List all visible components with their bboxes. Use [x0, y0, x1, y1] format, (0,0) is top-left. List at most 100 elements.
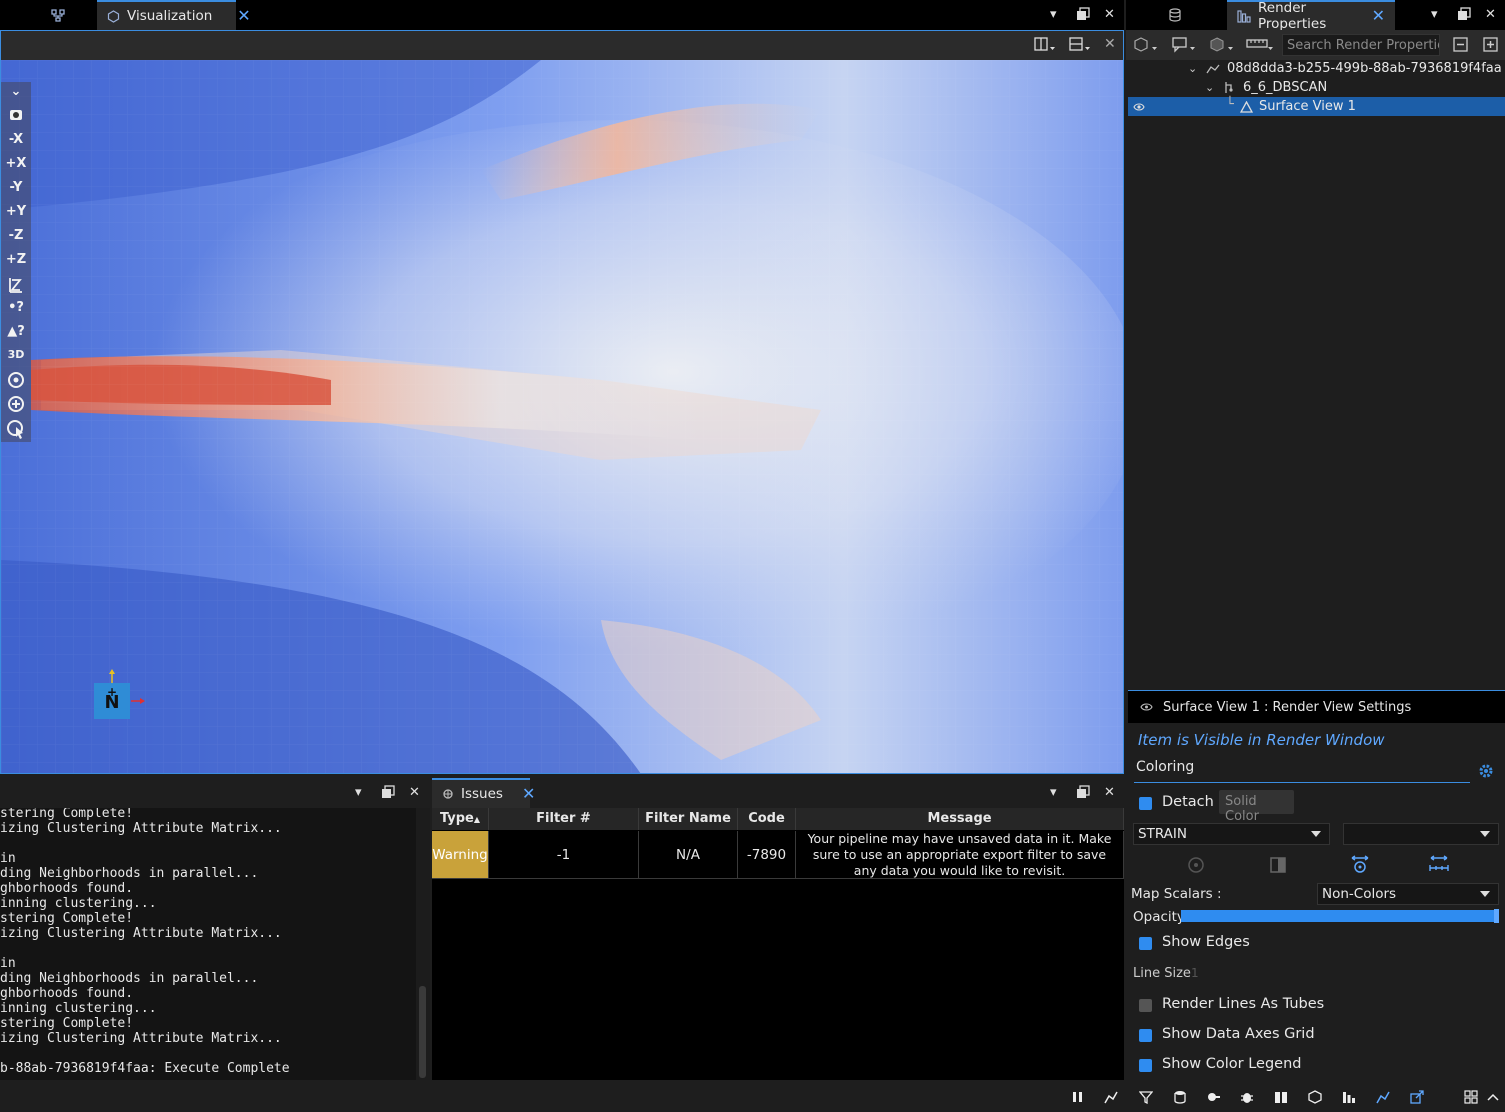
output-console[interactable]: stering Complete! izing Clustering Attrib…: [0, 808, 416, 1080]
console-line: b-88ab-7936819f4faa: Execute Complete: [0, 1061, 290, 1076]
search-input[interactable]: Search Render Propertie...: [1282, 34, 1440, 56]
right-dock-tab-bar: Render Properties ✕ ▾ ✕: [1126, 0, 1505, 32]
issue-type-cell[interactable]: Warning: [432, 831, 489, 879]
column-header-type[interactable]: Type▲: [432, 808, 489, 830]
pipeline-icon[interactable]: [1104, 1090, 1118, 1104]
map-scalars-select[interactable]: Non-Colors: [1317, 883, 1499, 905]
view-plus-x-button[interactable]: +X: [1, 156, 31, 171]
component-select[interactable]: [1343, 823, 1499, 845]
tree-item-surface-view[interactable]: └ Surface View 1: [1128, 97, 1505, 116]
render-tubes-checkbox[interactable]: [1139, 999, 1152, 1012]
view-3d-2d-toggle[interactable]: 3D: [1, 348, 31, 361]
query-cell-icon[interactable]: ▲?: [1, 324, 31, 339]
opacity-label: Opacity: [1133, 909, 1185, 925]
issue-filter-name-cell[interactable]: N/A: [639, 831, 738, 879]
render-properties-icon[interactable]: [1342, 1090, 1356, 1104]
tab-visualization[interactable]: Visualization ✕: [97, 0, 251, 30]
column-header-label: Type: [439, 811, 474, 826]
column-header-filter-name[interactable]: Filter Name: [639, 808, 738, 830]
column-header-filter-num[interactable]: Filter #: [489, 808, 639, 830]
eye-icon[interactable]: [1133, 102, 1145, 112]
split-vertical-icon[interactable]: [1034, 37, 1056, 53]
database-icon[interactable]: [1173, 1090, 1187, 1104]
chevron-down-icon[interactable]: ⌄: [1, 84, 31, 99]
show-edges-checkbox[interactable]: [1139, 937, 1152, 950]
collapse-all-icon[interactable]: [1453, 37, 1469, 53]
ruler-dropdown-icon[interactable]: [1246, 37, 1276, 53]
column-header-message[interactable]: Message: [796, 808, 1124, 830]
export-icon[interactable]: [1410, 1090, 1424, 1104]
view-minus-z-button[interactable]: -Z: [1, 228, 31, 243]
console-scrollbar[interactable]: [416, 808, 430, 1080]
tab-menu-chevron-icon[interactable]: ▾: [1050, 7, 1057, 22]
view-minus-x-button[interactable]: -X: [1, 132, 31, 147]
solid-color-button[interactable]: Solid Color: [1219, 790, 1294, 824]
close-window-icon[interactable]: ✕: [409, 785, 420, 800]
float-window-icon[interactable]: [381, 785, 395, 799]
rotate-icon[interactable]: [1, 370, 31, 390]
render-viewport[interactable]: ⌄ -X +X -Y +Y -Z +Z •? ▲? 3D N +: [0, 60, 1124, 774]
float-window-icon[interactable]: [1076, 7, 1090, 21]
float-window-icon[interactable]: [1076, 785, 1090, 799]
tree-item-pipeline[interactable]: ⌄ 08d8dda3-b255-499b-88ab-7936819f4faa: [1128, 59, 1505, 78]
visualization-icon[interactable]: [1308, 1090, 1322, 1104]
annotation-dropdown-icon[interactable]: [1172, 37, 1198, 53]
chevron-up-icon[interactable]: [1486, 1090, 1500, 1104]
add-view-dropdown-icon[interactable]: [1134, 37, 1160, 53]
close-view-icon[interactable]: ✕: [1104, 36, 1116, 52]
issue-code-cell[interactable]: -7890: [738, 831, 796, 879]
float-window-icon[interactable]: [1457, 7, 1471, 21]
close-window-icon[interactable]: ✕: [1104, 7, 1115, 22]
tab-pipeline[interactable]: [24, 0, 92, 30]
tab-issues[interactable]: Issues ✕: [432, 778, 535, 808]
chevron-down-icon[interactable]: ⌄: [1188, 62, 1197, 75]
close-window-icon[interactable]: ✕: [1485, 7, 1496, 22]
close-icon[interactable]: ✕: [237, 8, 250, 24]
documentation-icon[interactable]: [1274, 1090, 1288, 1104]
close-icon[interactable]: ✕: [1372, 8, 1385, 24]
opacity-slider-handle[interactable]: [1494, 909, 1499, 923]
grid-layout-icon[interactable]: [1464, 1090, 1478, 1104]
geometry-dropdown-icon[interactable]: [1210, 37, 1236, 53]
array-select[interactable]: STRAIN: [1133, 823, 1330, 845]
bug-icon[interactable]: [1240, 1090, 1254, 1104]
pipeline-dock-icon[interactable]: [1376, 1090, 1390, 1104]
close-icon[interactable]: ✕: [522, 786, 535, 802]
select-pointer-icon[interactable]: [1, 418, 31, 440]
axes-grid-checkbox[interactable]: [1139, 1029, 1152, 1042]
rescale-range-icon[interactable]: [1349, 853, 1371, 875]
tab-menu-chevron-icon[interactable]: ▾: [1050, 785, 1057, 800]
view-plus-z-button[interactable]: +Z: [1, 252, 31, 267]
z-axis-icon[interactable]: [1, 274, 31, 294]
issue-filter-num-cell[interactable]: -1: [489, 831, 639, 879]
custom-range-icon[interactable]: [1428, 853, 1450, 875]
split-horizontal-icon[interactable]: [1069, 37, 1091, 53]
camera-reset-icon[interactable]: [1, 106, 31, 124]
view-minus-y-button[interactable]: -Y: [1, 180, 31, 195]
scrollbar-thumb[interactable]: [419, 986, 426, 1078]
view-plus-y-button[interactable]: +Y: [1, 204, 31, 219]
gear-icon[interactable]: [1478, 763, 1494, 779]
color-legend-checkbox[interactable]: [1139, 1059, 1152, 1072]
line-size-value[interactable]: 1: [1191, 966, 1199, 980]
invert-colormap-icon[interactable]: [1269, 856, 1287, 874]
detach-checkbox[interactable]: [1139, 797, 1152, 810]
column-header-code[interactable]: Code: [738, 808, 796, 830]
close-window-icon[interactable]: ✕: [1104, 785, 1115, 800]
bookmark-icon[interactable]: [1207, 1090, 1221, 1104]
tree-item-dbscan[interactable]: ⌄ 6_6_DBSCAN: [1128, 78, 1505, 97]
filter-list-icon[interactable]: [1139, 1090, 1153, 1104]
reset-range-icon[interactable]: [1185, 856, 1207, 874]
tab-data-structure[interactable]: [1126, 0, 1224, 30]
chevron-down-icon: [1311, 831, 1321, 837]
zoom-icon[interactable]: [1, 394, 31, 414]
tab-menu-chevron-icon[interactable]: ▾: [355, 785, 362, 800]
expand-all-icon[interactable]: [1483, 37, 1499, 53]
chevron-down-icon[interactable]: ⌄: [1205, 81, 1214, 94]
issue-message-cell[interactable]: Your pipeline may have unsaved data in i…: [796, 831, 1124, 879]
query-point-icon[interactable]: •?: [1, 300, 31, 315]
tab-render-properties[interactable]: Render Properties ✕: [1227, 0, 1395, 32]
tab-menu-chevron-icon[interactable]: ▾: [1431, 7, 1438, 22]
opacity-slider[interactable]: [1181, 909, 1499, 923]
pause-icon[interactable]: [1071, 1090, 1085, 1104]
